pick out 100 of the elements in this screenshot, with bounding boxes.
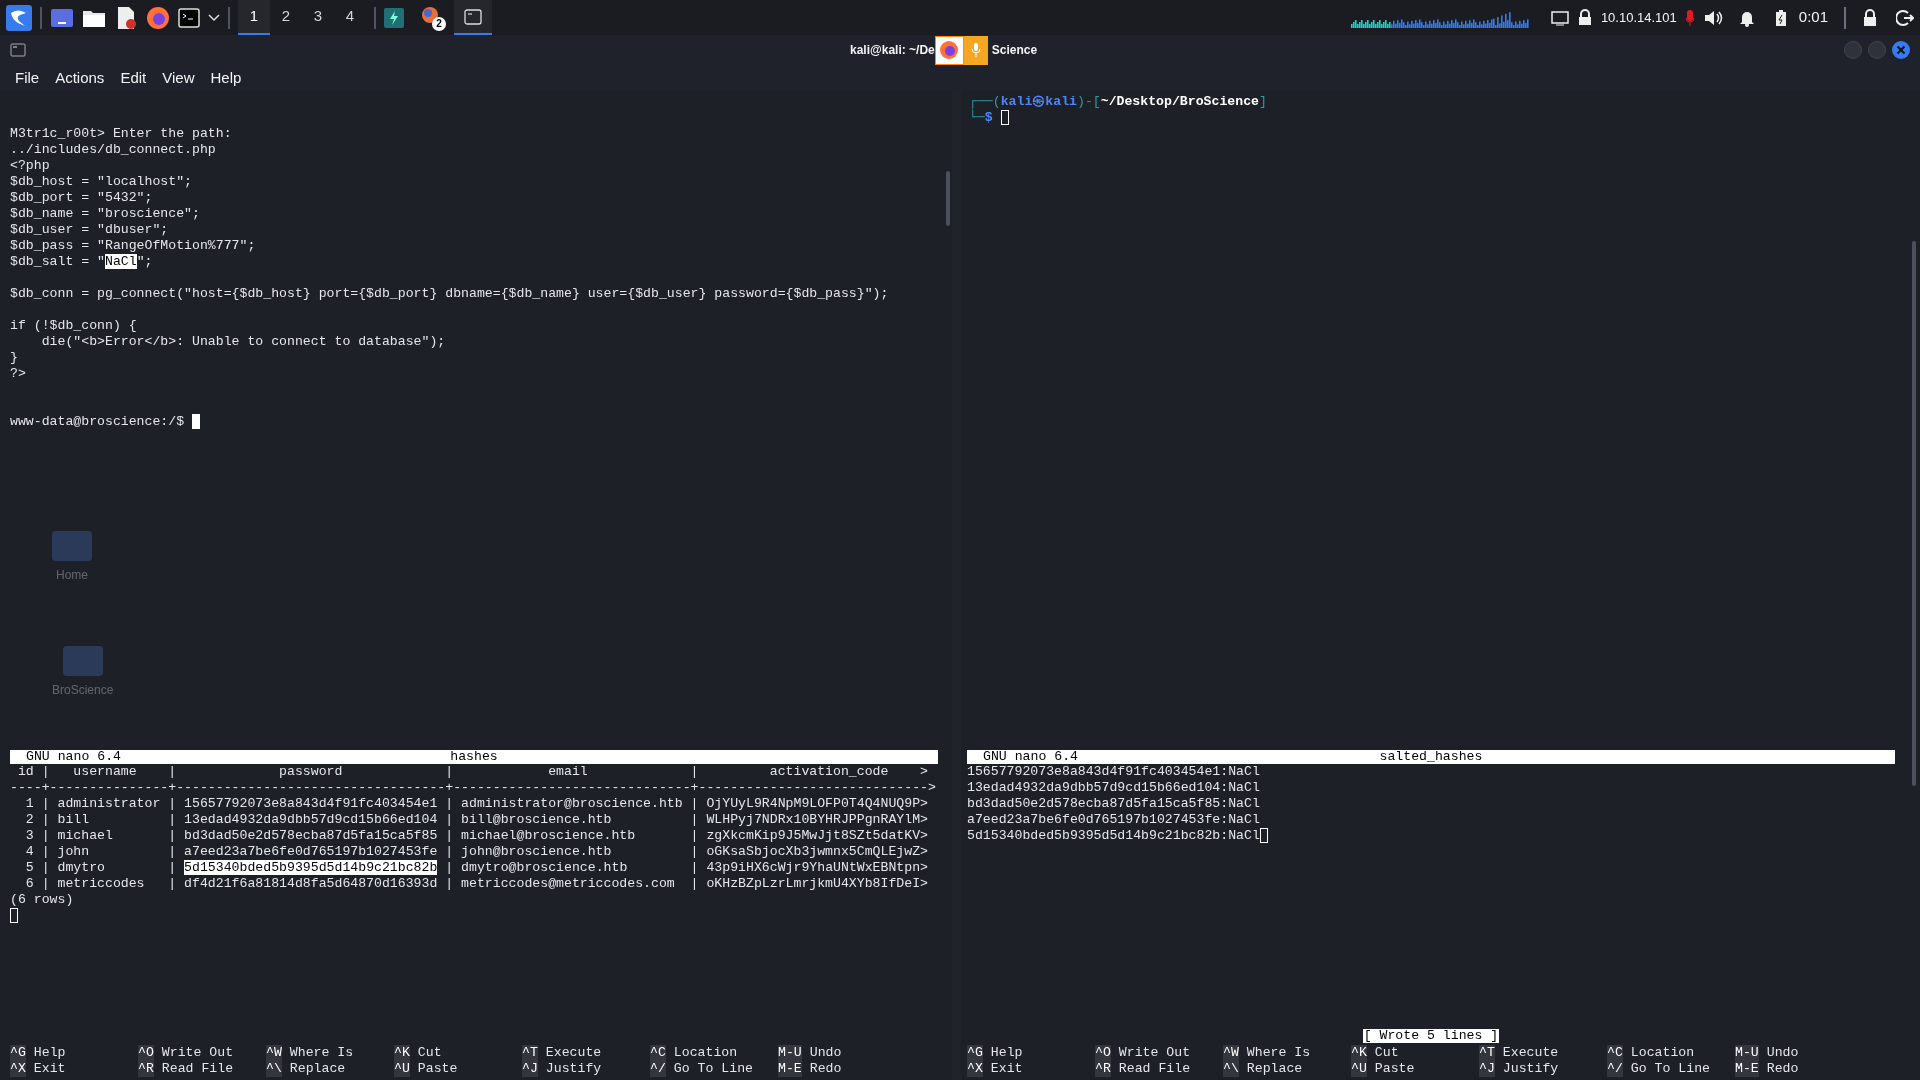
terminal-icon <box>10 43 26 57</box>
menu-item[interactable]: View <box>162 66 195 90</box>
terminal-line: if (!$db_conn) { <box>10 318 137 334</box>
shortcut-key: ^U <box>1351 1061 1367 1077</box>
terminal-line: ../includes/db_connect.php <box>10 142 216 158</box>
shortcut-label: Where Is <box>289 1045 354 1061</box>
terminal-line: 15657792073e8a843d4f91fc403454e1:NaCl <box>967 764 1260 780</box>
menu-item[interactable]: Edit <box>120 66 147 90</box>
shortcut-key: ^W <box>1223 1045 1239 1061</box>
shortcut-label: Undo <box>809 1045 842 1061</box>
terminal-line: $db_host = "localhost"; <box>10 174 193 190</box>
nano-version: GNU nano 6.4 <box>25 750 122 764</box>
terminal-line: 13edad4932da9dbb57d9cd15b66ed104:NaCl <box>967 780 1260 796</box>
shortcut-key: M-E <box>1735 1061 1759 1077</box>
terminal-line: } <box>10 350 18 366</box>
terminal-icon[interactable] <box>178 7 200 28</box>
terminal-line: 5d15340bded5b9395d5d14b9c21bc82b:NaCl <box>967 828 1260 844</box>
shortcut-key: ^/ <box>650 1061 666 1077</box>
notification-badge: 2 <box>432 16 446 31</box>
shortcut-key: ^T <box>1479 1045 1495 1061</box>
terminal-line: www-data@broscience:/$ <box>10 414 186 430</box>
shortcut-label: Execute <box>1502 1045 1559 1061</box>
microphone-icon[interactable] <box>1684 8 1695 27</box>
shortcut-key: ^\ <box>1223 1061 1239 1077</box>
shortcut-key: ^T <box>522 1045 538 1061</box>
shortcut-label: Justify <box>545 1061 602 1077</box>
terminal-line: M3tr1c_r00t> Enter the path: <box>10 126 232 142</box>
shortcut-key: ^C <box>1607 1045 1623 1061</box>
shortcut-label: Cut <box>417 1045 442 1061</box>
chevron-down-icon[interactable] <box>208 13 220 22</box>
workspace-tab[interactable]: 4 <box>334 0 366 35</box>
terminal-line: $db_name = "broscience"; <box>10 206 200 222</box>
terminal-line: $db_port = "5432"; <box>10 190 153 206</box>
monitor-icon[interactable] <box>50 7 74 28</box>
menu-item[interactable]: File <box>15 66 40 90</box>
shortcut-key: ^U <box>394 1061 410 1077</box>
file-name: hashes <box>450 750 498 764</box>
shortcut-key: ^G <box>967 1045 983 1061</box>
window-title: Science <box>991 42 1038 59</box>
terminal-line: id | username | password | email | activation_code > <box>16 764 928 780</box>
shortcut-key: ^K <box>1351 1045 1367 1061</box>
shortcut-label: Write Out <box>1118 1045 1191 1061</box>
status-message: [ Wrote 5 lines ] <box>1362 1029 1500 1043</box>
terminal-line: die("<b>Error</b>: Unable to connect to database"); <box>40 334 446 350</box>
taskbar-terminal-button[interactable] <box>454 0 492 35</box>
shortcut-label: Redo <box>809 1061 842 1077</box>
logout-icon[interactable] <box>1896 8 1914 27</box>
shortcut-label: Replace <box>289 1061 346 1077</box>
terminal-line: ┌──(kali㉿kali)-[~/Desktop/BroScience] <box>969 94 1267 110</box>
shortcut-key: M-U <box>1735 1045 1759 1061</box>
terminal-line: $db_salt = "NaCl"; <box>10 254 153 270</box>
shortcut-key: ^X <box>967 1061 983 1077</box>
battery-icon[interactable] <box>1774 8 1787 27</box>
app-icon[interactable] <box>384 7 404 28</box>
scrollbar[interactable] <box>946 171 950 226</box>
shortcut-label: Justify <box>1502 1061 1559 1077</box>
shortcut-key: M-U <box>778 1045 802 1061</box>
shortcut-key: ^R <box>1095 1061 1111 1077</box>
volume-icon[interactable] <box>1702 8 1723 27</box>
shortcut-key: ^G <box>10 1045 26 1061</box>
shortcut-label: Where Is <box>1246 1045 1311 1061</box>
shortcut-key: ^R <box>138 1061 154 1077</box>
terminal-line: 6 | metriccodes | df4d21f6a81814d8fa5d64870d16393d | metriccodes@metriccodes.com | oKHzBZpLzrLmrjkmU4XYb8IfDeI> <box>24 876 928 892</box>
shortcut-label: Go To Line <box>1630 1061 1710 1077</box>
clock[interactable]: 0:01 <box>1798 6 1828 29</box>
close-button[interactable] <box>1892 41 1910 59</box>
shortcut-label: Go To Line <box>673 1061 753 1077</box>
workspace-tab[interactable]: 3 <box>302 0 334 35</box>
vpn-lock-icon[interactable] <box>1576 8 1593 27</box>
microphone-icon <box>970 42 981 58</box>
shortcut-key: ^\ <box>266 1061 282 1077</box>
terminal-line: └─$ <box>969 110 993 126</box>
shortcut-label: Location <box>1630 1045 1695 1061</box>
window-title: kali@kali: ~/De <box>850 42 935 59</box>
terminal-line: <?php <box>10 158 50 174</box>
shortcut-key: ^J <box>522 1061 538 1077</box>
browser-icon[interactable] <box>146 5 170 30</box>
shortcut-label: Undo <box>1766 1045 1799 1061</box>
file-name: salted_hashes <box>1379 750 1483 764</box>
terminal-line: bd3dad50e2d578ecba87d5fa15ca5f85:NaCl <box>967 796 1260 812</box>
lock-icon[interactable] <box>1862 8 1878 27</box>
shortcut-label: Exit <box>990 1061 1023 1077</box>
shortcut-label: Replace <box>1246 1061 1303 1077</box>
dragon-logo-icon[interactable] <box>6 4 32 31</box>
nano-version: GNU nano 6.4 <box>982 750 1079 764</box>
scrollbar[interactable] <box>1912 241 1916 786</box>
shortcut-label: Paste <box>417 1061 458 1077</box>
menu-item[interactable]: Help <box>210 66 242 90</box>
menu-item[interactable]: Actions <box>55 66 105 90</box>
terminal-line: ----+---------------+----------------------------------+------------------------------+-----------------------------> <box>10 780 936 796</box>
ip-address[interactable]: 10.10.14.101 <box>1600 7 1677 28</box>
shortcut-label: Exit <box>33 1061 66 1077</box>
shortcut-label: Paste <box>1374 1061 1415 1077</box>
workspace-tab[interactable]: 2 <box>270 0 302 35</box>
shortcut-key: ^/ <box>1607 1061 1623 1077</box>
shortcut-label: Read File <box>1118 1061 1191 1077</box>
shortcut-key: ^W <box>266 1045 282 1061</box>
terminal-line: 5 | dmytro | 5d15340bded5b9395d5d14b9c21bc82b | dmytro@broscience.htb | 43p9iHX6cWjr9YhaUNtWxEBNtpn> <box>24 860 928 876</box>
workspace-tab[interactable]: 1 <box>238 0 270 35</box>
screen-icon[interactable] <box>1550 9 1569 26</box>
